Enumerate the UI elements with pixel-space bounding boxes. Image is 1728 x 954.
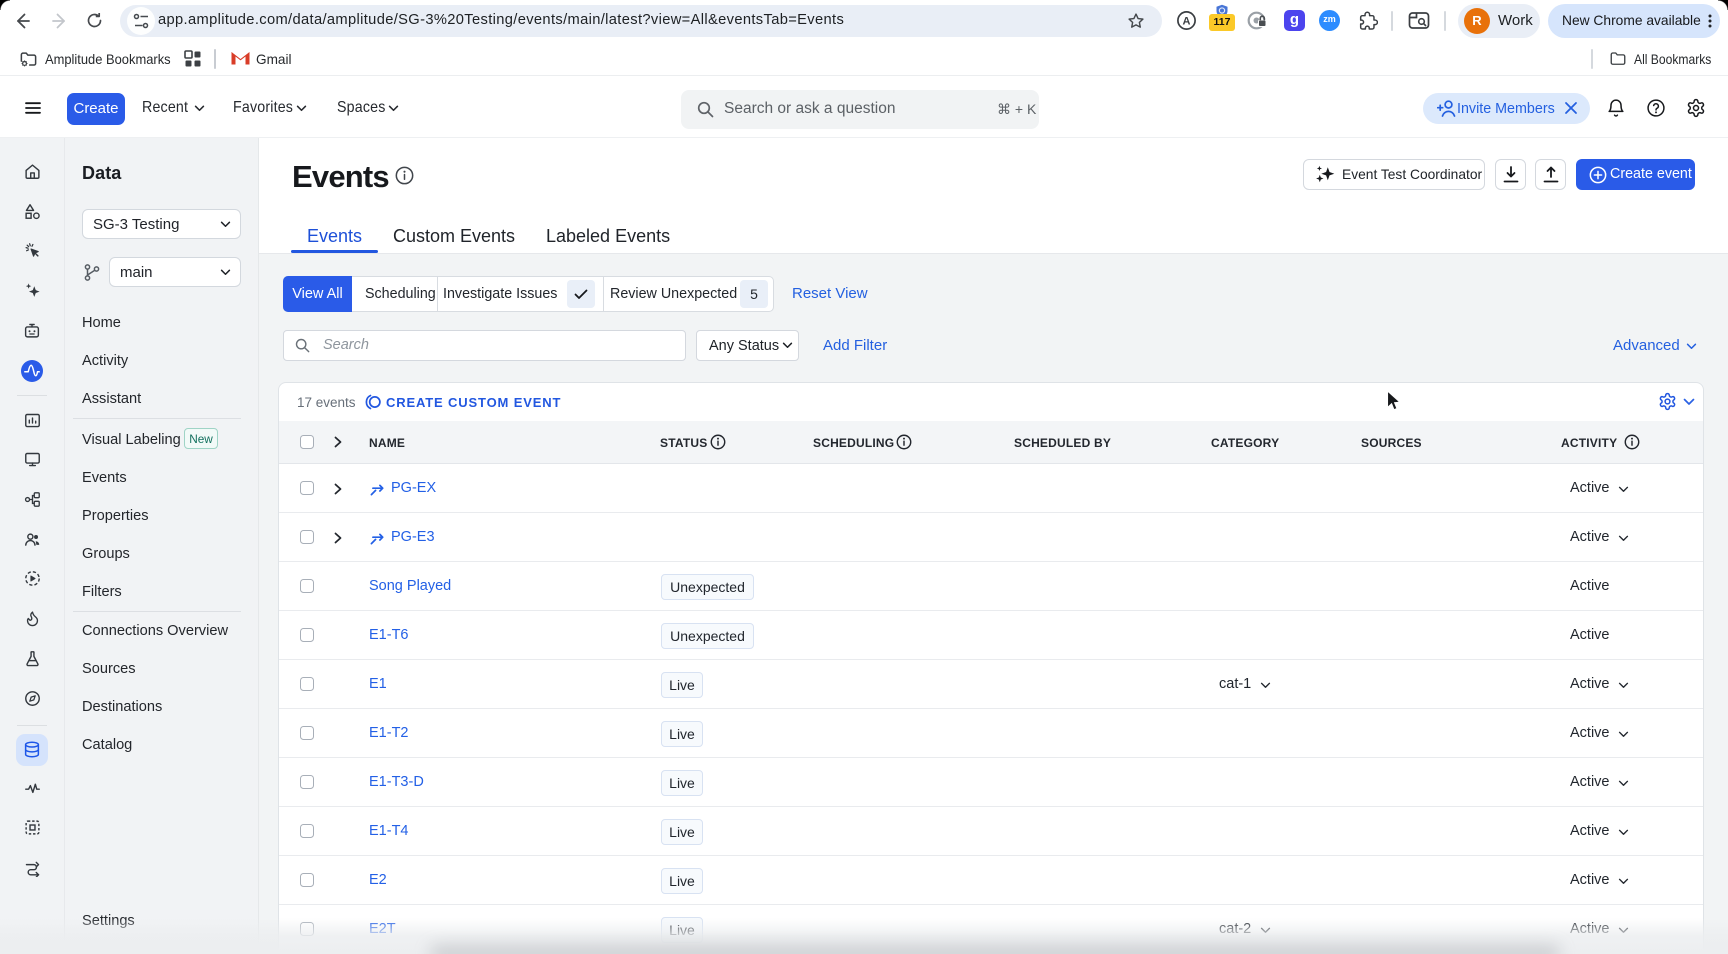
svg-text:A: A [1183,15,1191,27]
